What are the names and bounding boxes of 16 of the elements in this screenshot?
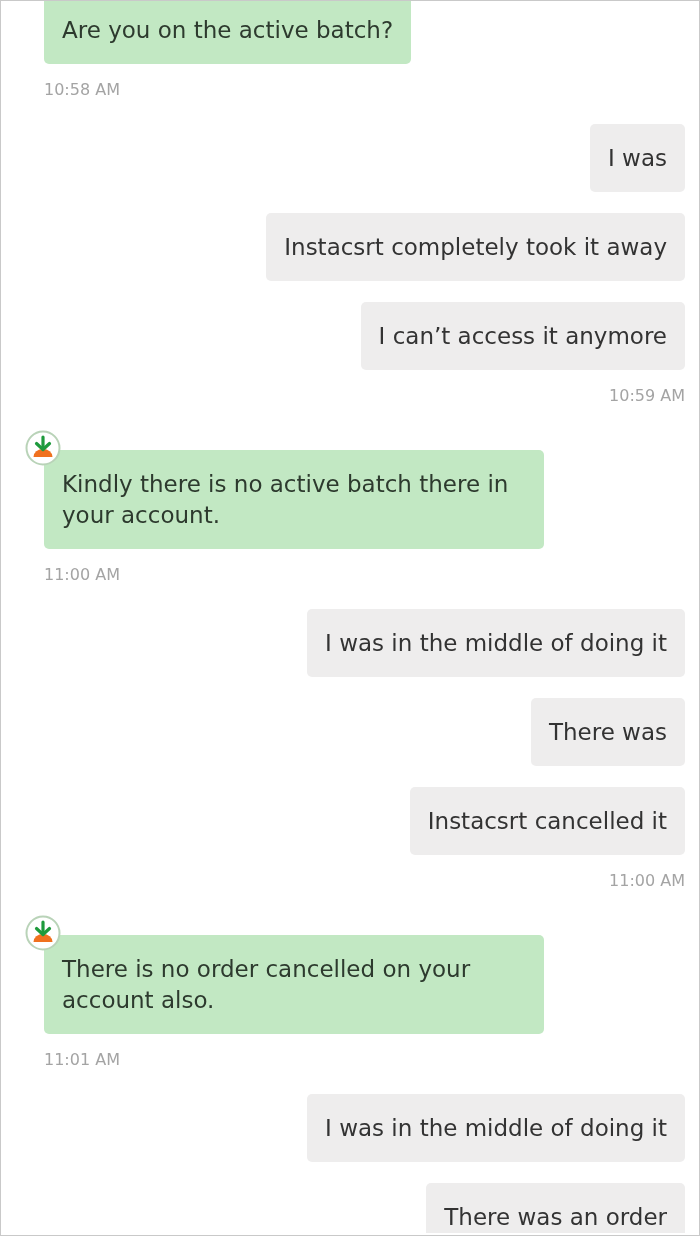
timestamp: 11:00 AM (609, 871, 685, 891)
message-bubble: I was in the middle of doing it (307, 609, 685, 677)
message-bubble: I can’t access it anymore (360, 302, 685, 370)
message-bubble: There was (530, 698, 685, 766)
message-bubble: Instacsrt completely took it away (266, 213, 685, 281)
message-bubble: I was in the middle of doing it (307, 1094, 685, 1162)
timestamp: 11:00 AM (44, 565, 120, 585)
timestamp: 10:59 AM (609, 386, 685, 406)
message-bubble: Kindly there is no active batch there in your account. (44, 450, 544, 549)
message-bubble: Instacsrt cancelled it (409, 787, 685, 855)
message-bubble: Are you on the active batch? (44, 1, 412, 64)
timestamp: 10:58 AM (44, 80, 120, 100)
message-bubble: There is no order cancelled on your account also. (44, 935, 544, 1034)
timestamp: 11:01 AM (44, 1050, 120, 1070)
message-bubble: I was (590, 124, 685, 192)
message-bubble: There was an order (426, 1183, 685, 1233)
